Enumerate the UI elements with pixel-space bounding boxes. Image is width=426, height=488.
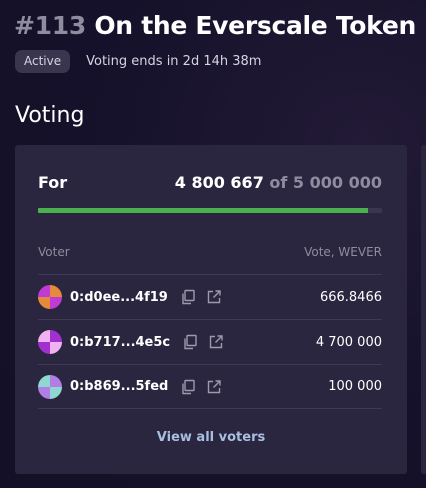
for-progress-bar	[38, 208, 382, 213]
voter-address-link[interactable]: 0:b869...5fed	[70, 379, 168, 394]
voter-address-link[interactable]: 0:d0ee...4f19	[70, 290, 168, 305]
for-progress-fill	[38, 208, 369, 213]
for-label: For	[38, 172, 68, 192]
proposal-number: #113	[14, 11, 86, 40]
voter-cell: 0:b869...5fed	[38, 374, 232, 399]
for-value: 4 800 667	[174, 172, 264, 192]
voting-section-title: Voting	[15, 103, 85, 128]
table-row: 0:b717...4e5c 4 700 000	[38, 319, 382, 364]
for-of-total: of 5 000 000	[269, 172, 382, 192]
vote-column-header: Vote, WEVER	[304, 245, 382, 259]
copy-icon[interactable]	[180, 379, 196, 395]
vote-amount: 666.8466	[319, 289, 382, 305]
table-row: 0:b869...5fed 100 000	[38, 364, 382, 409]
voting-card: For 4 800 667 of 5 000 000 Voter Vote, W…	[15, 145, 407, 474]
next-card-edge	[421, 145, 426, 474]
proposal-meta: Active Voting ends in 2d 14h 38m	[15, 49, 261, 73]
voting-ends-text: Voting ends in 2d 14h 38m	[86, 53, 262, 69]
status-badge: Active	[15, 49, 71, 73]
voter-cell: 0:d0ee...4f19	[38, 285, 232, 309]
for-summary: For 4 800 667 of 5 000 000	[38, 170, 382, 194]
table-row: 0:d0ee...4f19 666.8466	[38, 274, 382, 319]
vote-amount: 4 700 000	[315, 334, 382, 350]
proposal-title-text: On the Everscale Token Reco	[94, 11, 426, 40]
voters-table-header: Voter Vote, WEVER	[38, 243, 382, 261]
external-link-icon[interactable]	[208, 334, 224, 350]
voters-list: 0:d0ee...4f19 666.8466 0:b717...4e5c 4 7…	[38, 274, 382, 409]
voter-address-link[interactable]: 0:b717...4e5c	[70, 335, 170, 350]
for-total: 4 800 667 of 5 000 000	[175, 173, 382, 192]
external-link-icon[interactable]	[206, 379, 222, 395]
view-all-voters-button[interactable]: View all voters	[15, 430, 407, 445]
vote-amount: 100 000	[328, 379, 382, 394]
avatar	[38, 285, 62, 309]
copy-icon[interactable]	[180, 289, 196, 305]
avatar	[38, 374, 62, 399]
external-link-icon[interactable]	[206, 289, 222, 305]
voter-cell: 0:b717...4e5c	[38, 330, 234, 354]
avatar	[38, 330, 62, 354]
proposal-title: #113 On the Everscale Token Reco	[14, 8, 426, 44]
copy-icon[interactable]	[182, 334, 198, 350]
voter-column-header: Voter	[38, 245, 70, 259]
